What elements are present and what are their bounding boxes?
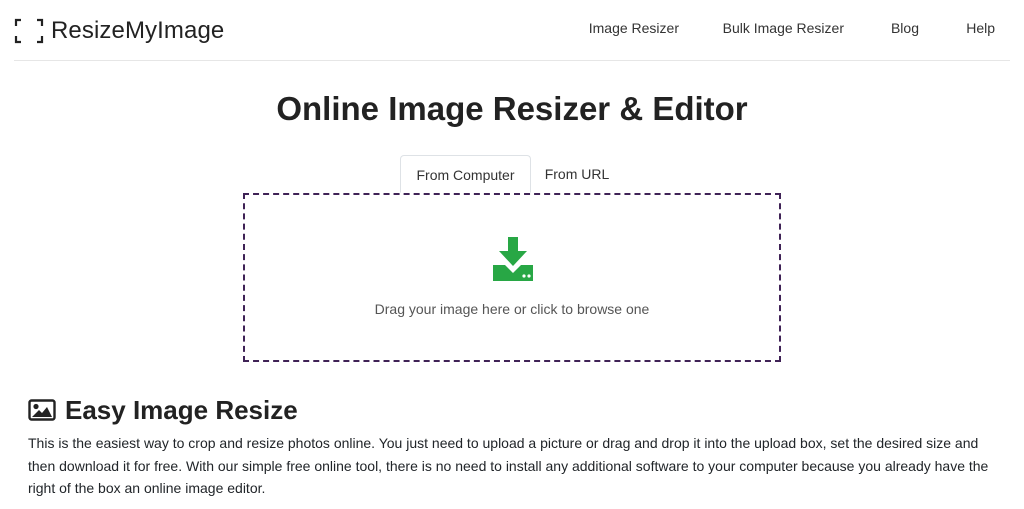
tab-from-url[interactable]: From URL xyxy=(531,155,623,193)
nav-blog[interactable]: Blog xyxy=(891,20,919,36)
download-tray-icon xyxy=(493,237,533,281)
upload-dropzone[interactable]: Drag your image here or click to browse … xyxy=(243,193,781,362)
section-title: Easy Image Resize xyxy=(65,394,298,425)
nav-image-resizer[interactable]: Image Resizer xyxy=(589,20,679,36)
nav-help[interactable]: Help xyxy=(966,20,995,36)
nav-bulk-image-resizer[interactable]: Bulk Image Resizer xyxy=(723,20,844,36)
image-icon xyxy=(28,399,56,421)
section-description: This is the easiest way to crop and resi… xyxy=(28,435,989,496)
navbar: ResizeMyImage Image Resizer Bulk Image R… xyxy=(14,0,1010,61)
crop-corners-icon xyxy=(14,18,44,44)
tab-from-computer[interactable]: From Computer xyxy=(400,155,531,193)
page-title: Online Image Resizer & Editor xyxy=(276,90,748,127)
section-heading: Easy Image Resize xyxy=(28,394,298,426)
brand-logo-link[interactable]: ResizeMyImage xyxy=(14,16,224,46)
dropzone-instructions: Drag your image here or click to browse … xyxy=(374,301,650,317)
brand-name: ResizeMyImage xyxy=(51,17,225,44)
